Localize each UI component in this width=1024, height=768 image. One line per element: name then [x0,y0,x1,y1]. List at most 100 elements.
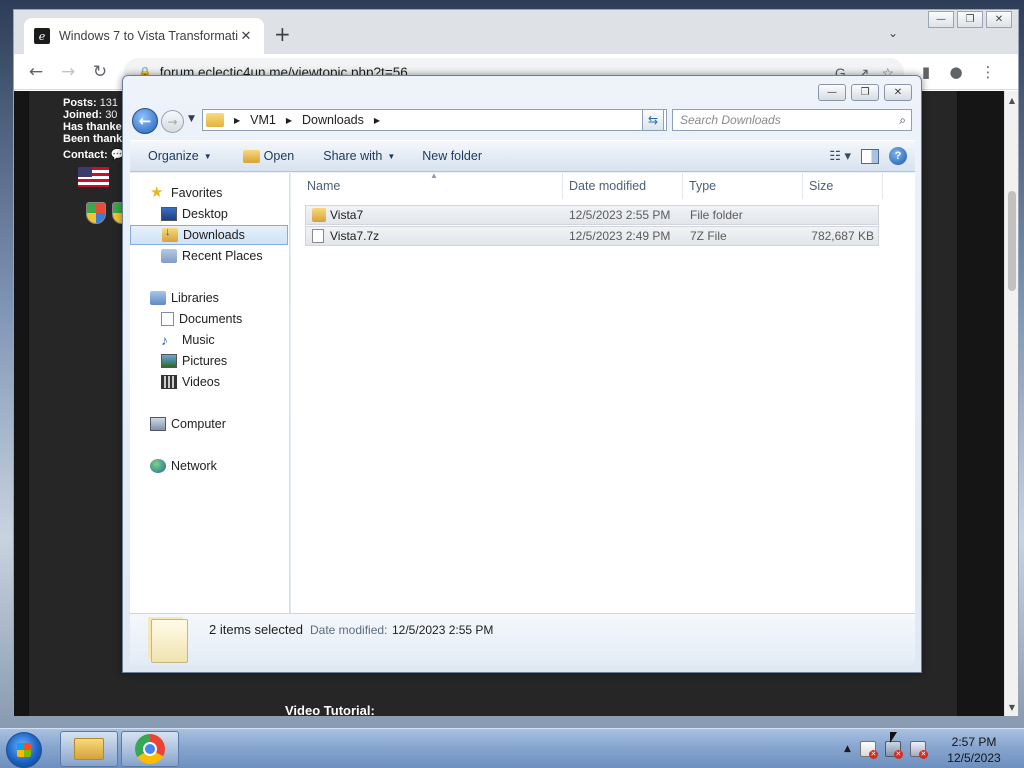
volume-icon[interactable]: ✕ [909,741,928,759]
start-button[interactable] [6,732,42,768]
forward-arrow-icon[interactable]: → [56,60,80,84]
explorer-close-button[interactable]: ✕ [884,84,912,101]
menu-kebab-icon[interactable]: ⋮ [976,60,1000,84]
browser-minimize-button[interactable]: — [928,11,954,28]
file-row-vista7[interactable]: Vista7 12/5/2023 2:55 PM File folder [305,205,879,225]
profile-avatar-icon[interactable]: ● [944,60,968,84]
taskbar-explorer-button[interactable] [60,731,118,767]
site-favicon-icon: e [34,28,50,44]
nav-documents[interactable]: Documents [130,309,288,329]
details-pane: 2 items selected Date modified: 12/5/202… [130,613,915,665]
browser-restore-button[interactable]: ❐ [957,11,983,28]
nav-network[interactable]: Network [130,456,288,476]
nav-label: Documents [179,312,243,326]
error-badge-icon: ✕ [918,750,928,759]
pictures-icon [161,354,177,368]
column-header-size[interactable]: Size [803,173,883,199]
explorer-folder-icon [74,738,104,760]
explorer-back-button[interactable]: ← [132,108,158,134]
tab-search-chevron-icon[interactable]: ⌄ [888,26,898,40]
explorer-maximize-button[interactable]: ❐ [851,84,879,101]
nav-libraries[interactable]: Libraries [130,288,288,308]
nav-music[interactable]: ♪ Music [130,330,288,350]
column-header-date-modified[interactable]: Date modified [563,173,683,199]
downloads-folder-icon [206,113,224,127]
breadcrumb-separator-icon[interactable]: ▶ [280,116,298,125]
breadcrumb-separator-icon[interactable]: ▶ [228,116,246,125]
new-tab-button[interactable]: + [274,24,291,44]
navigation-pane: ★ Favorites Desktop Downloads Recent Plac… [130,173,290,613]
show-hidden-icons-icon[interactable]: ▲ [844,744,851,754]
open-folder-icon [242,149,260,163]
search-placeholder: Search Downloads [680,113,781,127]
taskbar-chrome-button[interactable] [121,731,179,767]
desktop-icon [161,207,177,221]
tab-close-icon[interactable]: ✕ [238,29,254,44]
search-input[interactable]: Search Downloads ⌕ [672,109,912,131]
nav-computer[interactable]: Computer [130,414,288,434]
file-type: File folder [690,208,743,222]
nav-label: Music [182,333,215,347]
scroll-up-icon[interactable]: ▲ [1005,93,1019,107]
file-type: 7Z File [690,229,727,243]
column-header-name[interactable]: Name ▲ [291,171,563,199]
file-name: Vista7.7z [330,229,380,243]
scroll-down-icon[interactable]: ▼ [1005,700,1019,714]
column-header-type[interactable]: Type [683,173,803,199]
column-label: Size [809,179,834,193]
libraries-icon [150,291,166,305]
breadcrumb-vm1[interactable]: VM1 [246,113,280,127]
nav-favorites[interactable]: ★ Favorites [130,183,288,203]
explorer-forward-button[interactable]: → [161,110,184,133]
help-icon[interactable]: ? [889,147,907,165]
refresh-icon[interactable]: ⇆ [642,109,664,131]
explorer-minimize-button[interactable]: — [818,84,846,101]
action-center-flag-icon[interactable]: ✕ [859,741,878,759]
column-label: Name [307,179,341,193]
nav-pictures[interactable]: Pictures [130,351,288,371]
nav-label: Network [171,459,217,473]
posts-label: Posts: [63,97,97,109]
clock-time: 2:57 PM [951,735,997,749]
page-scrollbar[interactable]: ▲ ▼ [1004,91,1018,716]
clock[interactable]: 2:57 PM 12/5/2023 [944,734,1004,766]
star-icon: ★ [150,184,164,201]
recent-pages-chevron-icon[interactable]: ▼ [188,114,195,124]
search-icon[interactable]: ⌕ [899,113,906,128]
nav-videos[interactable]: Videos [130,372,288,392]
new-folder-button[interactable]: New folder [404,149,491,163]
recent-places-icon [161,249,177,263]
file-row-vista7-7z[interactable]: Vista7.7z 12/5/2023 2:49 PM 7Z File 782,… [305,226,879,246]
change-view-icon[interactable]: ☷ ▾ [829,148,851,164]
scrollbar-thumb[interactable] [1008,191,1016,291]
explorer-window-controls: — ❐ ✕ [818,84,912,101]
selection-count: 2 items selected [209,622,303,637]
nav-recent-places[interactable]: Recent Places [130,246,288,266]
joined-value: 30 [105,109,118,121]
contact-label: Contact: [63,149,108,161]
chevron-down-icon: ▼ [387,151,396,161]
multiple-files-icon [151,619,188,663]
error-badge-icon: ✕ [868,750,878,759]
nav-downloads[interactable]: Downloads [130,225,288,245]
share-with-button[interactable]: Share with ▼ [303,149,404,163]
downloads-icon [162,226,178,242]
view-controls: ☷ ▾ ? [829,147,907,165]
organize-button[interactable]: Organize ▼ [130,149,221,163]
network-status-icon[interactable]: ✕ [884,741,903,759]
column-label: Date modified [569,179,647,193]
joined-label: Joined: [63,109,103,121]
back-arrow-icon[interactable]: ← [24,60,48,84]
explorer-address-bar[interactable]: ▶ VM1 ▶ Downloads ▶ ▼ [202,109,709,131]
documents-icon [161,312,174,326]
breadcrumb-separator-icon[interactable]: ▶ [368,116,386,125]
browser-tab[interactable]: e Windows 7 to Vista Transformation ✕ [24,18,264,54]
open-button[interactable]: Open [221,149,304,163]
reload-icon[interactable]: ↻ [88,60,112,84]
preview-pane-icon[interactable] [861,148,879,164]
breadcrumb-downloads[interactable]: Downloads [298,113,368,127]
nav-desktop[interactable]: Desktop [130,204,288,224]
browser-close-button[interactable]: ✕ [986,11,1012,28]
nav-label: Videos [182,375,220,389]
windows-logo-icon [17,743,31,757]
